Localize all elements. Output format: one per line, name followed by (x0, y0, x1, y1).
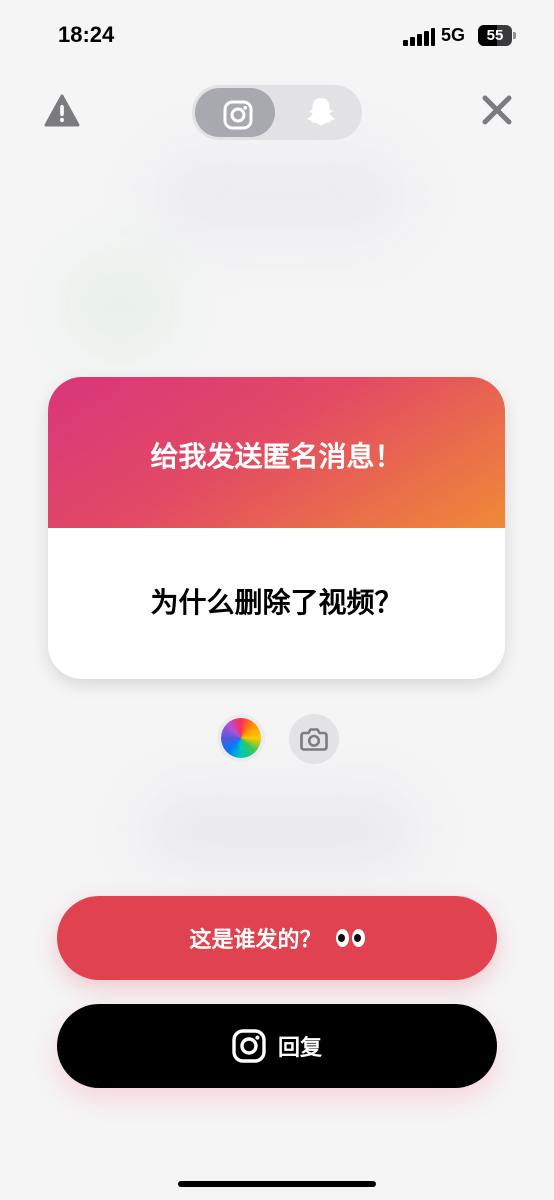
battery-icon: 55 (478, 25, 512, 46)
network-type: 5G (441, 25, 466, 45)
background-blur (140, 790, 420, 870)
anonymous-message-card: 给我发送匿名消息！ 为什么删除了视频？ (48, 377, 505, 679)
battery-percent: 55 (486, 27, 504, 44)
close-icon (482, 95, 512, 125)
platform-switcher (192, 85, 362, 140)
home-indicator[interactable] (178, 1181, 376, 1187)
snapchat-ghost-icon[interactable] (304, 95, 338, 129)
close-button[interactable] (480, 93, 514, 127)
background-blur (60, 250, 180, 360)
instagram-icon (232, 1029, 266, 1063)
warning-icon (44, 94, 80, 127)
color-wheel-icon (221, 718, 261, 758)
who-sent-label: 这是谁发的？ (189, 927, 322, 952)
camera-button[interactable] (289, 714, 339, 764)
who-sent-button[interactable]: 这是谁发的？ (57, 896, 497, 980)
report-warning-button[interactable] (44, 93, 80, 129)
reply-label: 回复 (277, 1035, 322, 1060)
reply-button[interactable]: 回复 (57, 1004, 497, 1088)
battery-cap (513, 32, 516, 39)
color-picker-button[interactable] (217, 714, 265, 762)
instagram-icon (223, 100, 253, 130)
eyes-emoji-icon (335, 929, 365, 947)
status-time: 18:24 (58, 22, 115, 47)
camera-icon (300, 728, 328, 751)
tab-instagram[interactable] (195, 88, 275, 137)
card-message: 为什么删除了视频？ (150, 585, 403, 619)
background-blur (150, 150, 410, 240)
cellular-signal-icon (403, 28, 435, 46)
card-title: 给我发送匿名消息！ (150, 439, 403, 473)
